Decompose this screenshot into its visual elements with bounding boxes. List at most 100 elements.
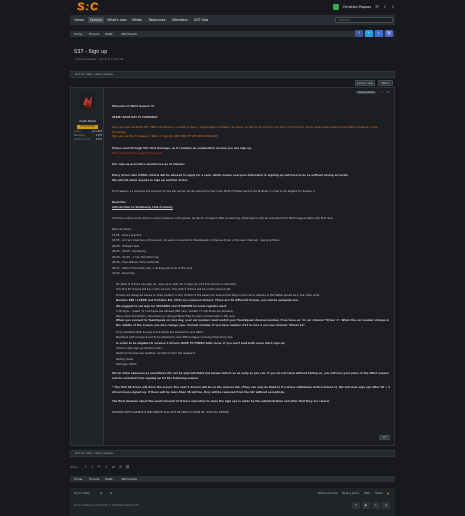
email-icon[interactable]: ✉ <box>118 465 122 470</box>
avatar-icon[interactable] <box>332 4 339 10</box>
tab-members[interactable]: Members <box>170 17 190 23</box>
post-line[interactable]: Sliding races. <box>116 358 392 362</box>
footer-link-terms[interactable]: Terms and rules <box>318 492 338 496</box>
search-icon[interactable]: ⌕ <box>391 5 395 9</box>
post-line[interactable]: Drivers are assigned based on their posi… <box>116 294 392 298</box>
post-line: 20:00 - Whisper test <box>112 245 139 248</box>
breadcrumb-forums[interactable]: Forums <box>89 31 99 37</box>
post: Carsti Allinst Administrator Joined Jan … <box>70 87 395 446</box>
post-line: 20:55 - Free leftover time (optional) <box>112 261 160 264</box>
username[interactable]: Christian Pappas <box>343 5 371 10</box>
stat-value: 5,250 <box>95 138 102 141</box>
post-line: 21:00 - Race Day <box>112 272 135 275</box>
youtube-icon[interactable]: ▶ <box>362 502 370 509</box>
pinterest-icon[interactable]: P <box>97 465 101 470</box>
search-input[interactable]: Search... <box>335 17 393 23</box>
post-line: The final decision about the exact amoun… <box>112 400 330 403</box>
post-line[interactable]: Members with license 9 and 8 are allowed… <box>116 336 392 340</box>
thread-title: S37 - Sign up <box>74 49 108 55</box>
post-line: Our sign-up procedure should now go as f… <box>112 163 185 166</box>
post-user-column: Carsti Allinst Administrator Joined Jan … <box>71 88 104 445</box>
post-line[interactable]: In order to be eligible for License 4 dr… <box>116 342 392 346</box>
post-line[interactable]: Damage: 100%. <box>116 363 392 367</box>
jump-to-new-button[interactable]: Jump to new <box>355 80 375 86</box>
bookmark-icon[interactable]: ☐ <box>383 91 385 94</box>
post-line[interactable]: The first 40 drivers will be on the serv… <box>116 288 392 292</box>
post-line: SERIE: RACE DAY IS THURSDAY <box>112 116 158 119</box>
post-line: Welcome to SRCA Season 37 <box>112 105 155 108</box>
facebook-icon[interactable]: f <box>355 30 363 37</box>
twitter-icon[interactable]: t <box>365 30 373 37</box>
tab-sgt-hub[interactable]: SGT Hub <box>192 17 210 23</box>
twitter-icon[interactable]: t <box>90 465 94 470</box>
rss-icon[interactable]: ◉ <box>387 492 389 496</box>
tab-home[interactable]: Home <box>72 17 86 23</box>
post-line[interactable]: Only members with license 9 and below ar… <box>116 331 392 335</box>
post-line[interactable]: No other R drivers can sign up - sign up… <box>116 283 392 287</box>
rank-badge: Administrator <box>77 125 98 129</box>
breadcrumb-src-events[interactable]: SRC Events <box>121 476 137 482</box>
post-line[interactable]: There is also sign-up like this entry. <box>116 347 392 351</box>
top-bar: S:C Christian Pappas ✉ ♪ ⌕ <box>70 0 395 14</box>
post-line: 19:55 - All cars must be on the server. … <box>112 239 280 242</box>
facebook-icon[interactable]: f <box>83 465 87 470</box>
post-line: * The first 48 driver will drive the ser… <box>112 386 390 394</box>
breadcrumb-src-events[interactable]: SRC Events <box>121 31 137 37</box>
breadcrumb-sgrc[interactable]: SGRC <box>105 31 113 37</box>
footer-link-help[interactable]: Help <box>364 492 370 496</box>
discord-icon[interactable]: ◎ <box>382 502 390 509</box>
breadcrumb-forums[interactable]: Forums <box>89 476 99 482</box>
tab-forums[interactable]: Forums <box>88 17 104 23</box>
footer-link-privacy[interactable]: Privacy policy <box>342 492 359 496</box>
post-line[interactable]: When you connect to TeamSpeak on race da… <box>116 319 392 328</box>
share-buttons: f t r ⛓ <box>355 30 395 37</box>
breadcrumb-sgrc[interactable]: SGRC <box>105 476 113 482</box>
main-nav: Home Forums What's new Media Resources M… <box>70 15 395 25</box>
style-chooser[interactable]: S:C 2.1 Dark <box>74 492 90 496</box>
share-label: Share: <box>70 465 79 469</box>
post-line[interactable]: Reached licenses are weather conditions … <box>116 352 392 356</box>
tab-media[interactable]: Media <box>130 17 144 23</box>
reddit-icon[interactable]: r <box>375 30 383 37</box>
share-post-icon[interactable]: ⤴ <box>378 91 380 94</box>
post-line: From Season 11 onwards the amount of car… <box>112 190 316 193</box>
post-line[interactable]: Number 888 / LARGE and Portable ELL (STA… <box>116 299 392 303</box>
sort-notice-bottom[interactable]: Sort by: Date · Likes / Replies <box>70 450 395 457</box>
post-line[interactable]: We suggest to set sign for SEASONS and I… <box>116 305 392 309</box>
link-icon[interactable]: ⛓ <box>385 30 393 37</box>
post-line: Sign-ups via the Frontpage > SRCA > Sign… <box>112 135 218 138</box>
tab-whats-new[interactable]: What's new <box>106 17 128 23</box>
bell-icon[interactable]: ♪ <box>383 5 387 9</box>
post-line: DRIVERS WITH LICENSE 9 AND ABOVE WILL NO… <box>112 411 229 414</box>
settings-icon[interactable]: ⚙ <box>110 492 112 496</box>
post-header: Thread starter ⤴ ☐ #1 <box>355 91 390 95</box>
facebook-icon[interactable]: f <box>352 502 360 509</box>
post-line: The new line has to apply to this post <box>112 152 162 155</box>
user-avatar[interactable] <box>80 93 95 110</box>
envelope-icon[interactable]: ✉ <box>375 5 379 9</box>
like-button[interactable]: Like <box>379 435 390 440</box>
post-line: We do allow absences as sometimes life c… <box>112 372 389 380</box>
twitter-icon[interactable]: t <box>372 502 380 509</box>
tumblr-icon[interactable]: t <box>104 465 108 470</box>
stat-label: Reaction score <box>74 138 91 141</box>
link-icon[interactable]: ⛓ <box>125 465 129 470</box>
copyright: Forum software by XenForo® © 2010-2024 X… <box>74 504 140 507</box>
watch-button[interactable]: Watch <box>378 80 393 86</box>
whatsapp-icon[interactable]: w <box>111 465 115 470</box>
post-line[interactable]: In Bi style - classic 71 machines are al… <box>116 310 392 314</box>
post-author[interactable]: Carsti Allinst <box>71 120 104 124</box>
post-line[interactable]: Introduction to SimRacing Club Academy <box>112 206 392 210</box>
sort-notice-top[interactable]: Sort by: Date · Likes / Replies <box>70 71 395 78</box>
post-line: Sign-ups open at 20:00 CET ONLY. Info be… <box>112 126 378 134</box>
language-icon[interactable]: ☰ <box>100 492 102 496</box>
footer-link-home[interactable]: Home <box>375 492 382 496</box>
stat-reaction-score: Reaction score 5,250 <box>74 138 102 142</box>
post-line: We will not allow anyone to sign up anot… <box>112 179 189 182</box>
breadcrumb-home[interactable]: Home <box>74 476 82 482</box>
footer: S:C 2.1 Dark ☰ ⚙ Terms and rules Privacy… <box>70 488 395 516</box>
site-logo[interactable]: S:C <box>77 1 135 14</box>
tab-resources[interactable]: Resources <box>146 17 168 23</box>
breadcrumb-home[interactable]: Home <box>74 31 82 37</box>
post-number[interactable]: #1 <box>387 91 390 94</box>
